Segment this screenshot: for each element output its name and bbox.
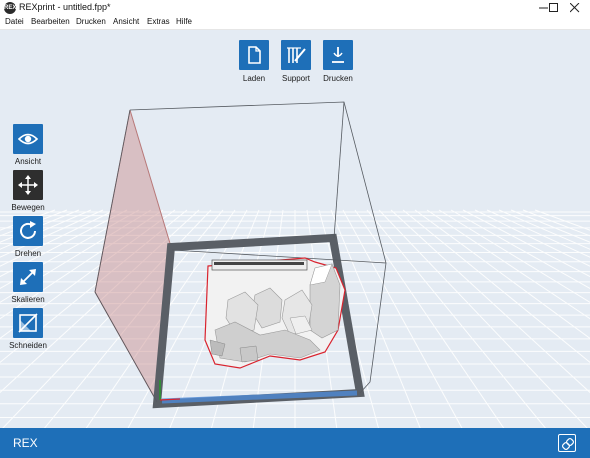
- link-icon: [561, 437, 575, 451]
- menu-ansicht[interactable]: Ansicht: [113, 17, 139, 26]
- grid-line: [402, 209, 590, 428]
- menu-drucken[interactable]: Drucken: [76, 17, 106, 26]
- status-brand-text: REX: [13, 436, 38, 450]
- title-bar: REX REXprint - untitled.fpp*: [0, 0, 590, 16]
- grid-line: [510, 209, 590, 428]
- scale-icon: [20, 269, 36, 285]
- link-button[interactable]: [558, 434, 576, 452]
- view-tool-button[interactable]: [13, 124, 43, 154]
- grid-line: [498, 209, 590, 428]
- load-file-icon: [248, 46, 261, 64]
- load-label: Laden: [242, 74, 266, 83]
- rotate-tool-button[interactable]: [13, 216, 43, 246]
- menu-datei[interactable]: Datei: [5, 17, 24, 26]
- view-tool-label: Ansicht: [14, 157, 42, 166]
- close-button[interactable]: [560, 0, 590, 16]
- rotate-tool-label: Drehen: [14, 249, 42, 258]
- menu-bearbeiten[interactable]: Bearbeiten: [31, 17, 70, 26]
- scale-tool-button[interactable]: [13, 262, 43, 292]
- menu-bar: Datei Bearbeiten Drucken Ansicht Extras …: [0, 16, 590, 30]
- grid-line: [438, 209, 590, 428]
- scale-tool-label: Skalieren: [11, 295, 45, 304]
- load-button[interactable]: [239, 40, 269, 70]
- support-label: Support: [281, 74, 311, 83]
- move-tool-button[interactable]: [13, 170, 43, 200]
- menu-extras[interactable]: Extras: [147, 17, 170, 26]
- eye-icon: [17, 133, 39, 145]
- cut-icon: [18, 313, 38, 333]
- maximize-icon: [549, 3, 558, 12]
- status-bar: REX: [0, 428, 590, 458]
- grid-line: [366, 209, 548, 428]
- 3d-viewport[interactable]: Laden Support Drucken Ansicht Bewegen Dr…: [0, 30, 590, 428]
- close-icon: [570, 3, 580, 13]
- grid-line: [534, 209, 590, 428]
- app-logo-icon: REX: [4, 2, 16, 14]
- 3d-model[interactable]: [204, 257, 346, 369]
- cut-tool-label: Schneiden: [9, 341, 47, 350]
- grid-line: [450, 209, 590, 428]
- support-button[interactable]: [281, 40, 311, 70]
- cut-tool-button[interactable]: [13, 308, 43, 338]
- build-volume-scene: [0, 101, 590, 428]
- grid-line: [462, 209, 590, 428]
- move-icon: [18, 175, 38, 195]
- support-icon: [287, 47, 306, 63]
- print-label: Drucken: [323, 74, 353, 83]
- print-button[interactable]: [323, 40, 353, 70]
- print-icon: [332, 47, 344, 63]
- move-tool-label: Bewegen: [11, 203, 45, 212]
- grid-line: [414, 209, 590, 428]
- menu-hilfe[interactable]: Hilfe: [176, 17, 192, 26]
- rotate-icon: [20, 221, 36, 239]
- window-title: REXprint - untitled.fpp*: [19, 2, 111, 12]
- grid-line: [390, 209, 590, 428]
